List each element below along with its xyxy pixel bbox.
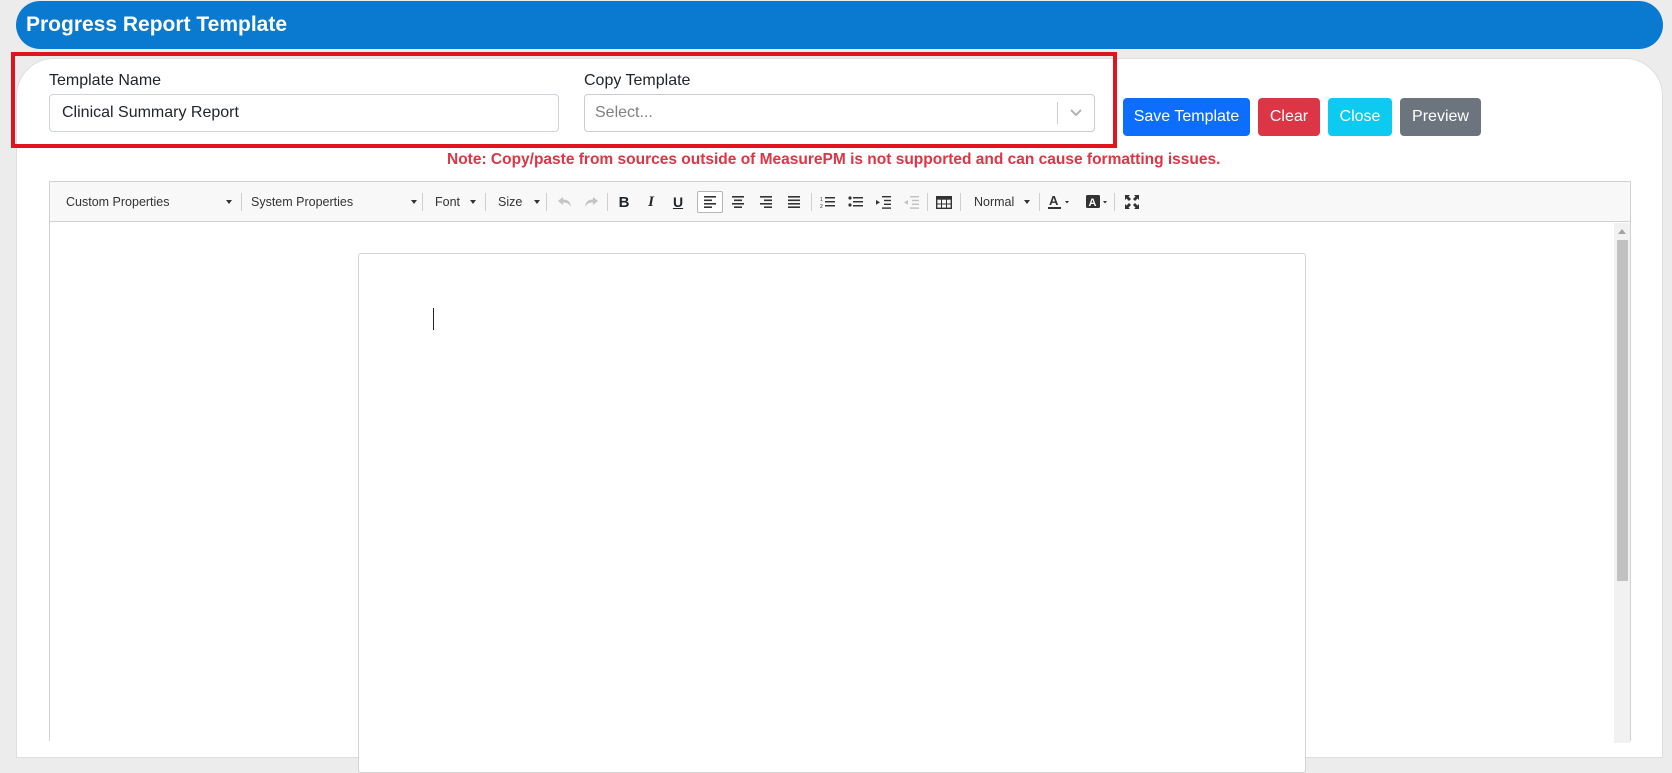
copy-template-label: Copy Template [584,72,691,89]
paragraph-format-label: Normal [974,195,1015,209]
size-dropdown[interactable]: Size [490,182,546,222]
toolbar-separator [811,193,812,211]
indent-icon[interactable] [871,191,895,213]
font-label: Font [435,195,461,209]
save-template-button[interactable]: Save Template [1123,98,1250,136]
redo-icon[interactable] [579,191,603,213]
toolbar-separator [960,193,961,211]
custom-properties-dropdown[interactable]: Custom Properties [58,182,238,222]
svg-text:2: 2 [820,204,823,209]
copy-paste-note: Note: Copy/paste from sources outside of… [447,151,1221,168]
font-dropdown[interactable]: Font [427,182,482,222]
fullscreen-icon[interactable] [1120,191,1144,213]
system-properties-dropdown[interactable]: System Properties [243,182,423,222]
system-properties-label: System Properties [251,195,354,209]
clear-button[interactable]: Clear [1258,98,1320,136]
page-title: Progress Report Template [26,13,288,36]
toolbar-separator [1039,193,1040,211]
custom-properties-label: Custom Properties [66,195,170,209]
unordered-list-icon[interactable] [843,191,867,213]
toolbar-separator [422,193,423,211]
text-cursor [433,308,434,330]
toolbar-separator [485,193,486,211]
document-page[interactable] [358,253,1306,773]
align-right-icon[interactable] [754,191,778,213]
align-center-icon[interactable] [726,191,750,213]
align-left-icon[interactable] [697,191,723,213]
caret-down-icon [411,200,417,204]
toolbar-separator [241,193,242,211]
close-button[interactable]: Close [1328,98,1392,136]
chevron-down-icon[interactable] [1058,108,1094,118]
editor-scrollbar[interactable] [1614,223,1630,743]
toolbar-separator [927,193,928,211]
rich-text-editor: Custom Properties System Properties Font… [49,181,1631,773]
copy-template-placeholder: Select... [595,104,653,121]
table-icon[interactable] [932,191,956,213]
outdent-icon[interactable] [899,191,923,213]
text-color-icon[interactable]: A [1045,191,1075,213]
align-justify-icon[interactable] [782,191,806,213]
template-name-label: Template Name [49,72,162,89]
svg-text:A: A [1089,197,1097,209]
preview-button[interactable]: Preview [1400,98,1481,136]
svg-text:A: A [1049,194,1059,208]
page-header: Progress Report Template [16,1,1663,49]
toolbar-separator [546,193,547,211]
paragraph-format-dropdown[interactable]: Normal [966,182,1036,222]
svg-text:1: 1 [820,197,823,203]
caret-down-icon [470,200,476,204]
scroll-up-icon[interactable] [1618,229,1626,234]
template-name-input[interactable] [49,94,559,132]
caret-down-icon [1024,200,1030,204]
editor-toolbar: Custom Properties System Properties Font… [50,182,1630,222]
italic-icon[interactable]: I [639,191,663,213]
ordered-list-icon[interactable]: 12 [815,191,839,213]
caret-down-icon [226,200,232,204]
editor-canvas[interactable] [50,223,1630,773]
bold-icon[interactable]: B [612,191,636,213]
size-label: Size [498,195,523,209]
copy-template-select[interactable]: Select... [584,94,1095,132]
toolbar-separator [607,193,608,211]
scrollbar-thumb[interactable] [1617,240,1628,581]
underline-icon[interactable]: U [666,191,690,213]
background-color-icon[interactable]: A [1083,191,1113,213]
toolbar-separator [1114,193,1115,211]
undo-icon[interactable] [553,191,577,213]
caret-down-icon [534,200,540,204]
